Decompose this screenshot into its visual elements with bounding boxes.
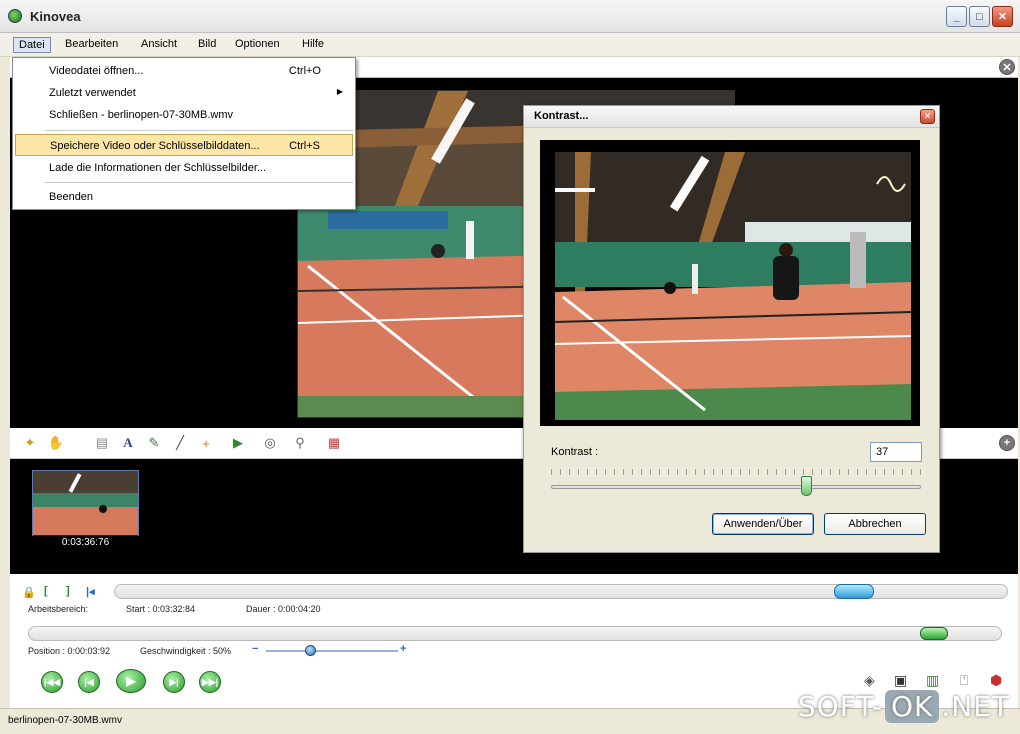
contrast-value-field[interactable]: 37 [870,442,922,462]
datei-menu-popup: Videodatei öffnen... Ctrl+O Zuletzt verw… [12,57,356,210]
speed-slider-track[interactable] [266,650,398,652]
menu-ansicht[interactable]: Ansicht [136,37,182,51]
workspace-label: Arbeitsbereich: [28,604,89,614]
close-screen-icon[interactable]: ✕ [999,59,1015,75]
set-start-icon[interactable]: [ [44,585,48,597]
hand-tool-icon[interactable]: ✋ [48,435,64,451]
menu-bar: Datei Bearbeiten Ansicht Bild Optionen H… [0,33,1020,57]
contrast-slider-ticks [551,469,921,475]
goto-first-button[interactable]: |◀◀ [41,671,63,693]
keyframe-time: 0:03:36:76 [32,536,139,550]
text-tool-icon[interactable]: A [120,435,136,451]
dialog-close-icon[interactable]: ✕ [920,109,935,124]
contrast-slider-track[interactable] [551,485,921,489]
chrono-tool-icon[interactable]: ◎ [262,435,278,451]
maximize-button[interactable]: □ [969,6,990,27]
add-screen-icon[interactable]: + [999,435,1015,451]
workspace-start: Start : 0:03:32:84 [126,604,196,614]
previous-frame-button[interactable]: |◀ [78,671,100,693]
apply-button[interactable]: Anwenden/Über [712,513,814,535]
contrast-dialog: Kontrast... ✕ Kontrast : 37 Anwenden/Übe… [523,105,940,553]
menu-item-recent[interactable]: Zuletzt verwendet ▶ [15,82,353,104]
menu-item-exit[interactable]: Beenden [15,186,353,208]
magnifier-icon[interactable]: ⚲ [292,435,308,451]
window-title: Kinovea [30,9,81,24]
title-bar: Kinovea _ □ ✕ [0,0,1020,33]
menu-item-load-keyframes[interactable]: Lade die Informationen der Schlüsselbild… [15,157,353,179]
menu-item-close-file[interactable]: Schließen - berlinopen-07-30MB.wmv [15,104,353,126]
comment-icon[interactable]: ▤ [94,435,110,451]
menu-item-label: Videodatei öffnen... [49,65,144,77]
thumbnail-image [33,471,138,535]
menu-item-label: Lade die Informationen der Schlüsselbild… [49,162,267,174]
position-handle[interactable] [920,627,948,640]
menu-item-shortcut: Ctrl+O [288,65,321,77]
menu-item-open-video[interactable]: Videodatei öffnen... Ctrl+O [15,60,353,82]
menu-datei[interactable]: Datei [13,37,51,53]
position-readout: Position : 0:00:03:92 [28,646,111,656]
new-keyframe-icon[interactable]: ✦ [22,435,38,451]
kinovea-app-icon [8,9,22,23]
export-sequence-icon[interactable]: ▥ [926,672,939,689]
playback-controls-panel: 🔒 [ ] |◂ Arbeitsbereich: Start : 0:03:32… [10,574,1018,708]
close-window-button[interactable]: ✕ [992,6,1013,27]
workspace-selector-handle[interactable] [834,584,874,599]
menu-bearbeiten[interactable]: Bearbeiten [60,37,123,51]
workspace-duration: Dauer : 0:00:04:20 [246,604,321,614]
watermark: SOFT- OK .NET [798,690,1010,723]
status-filename: berlinopen-07-30MB.wmv [8,715,122,726]
contrast-slider-thumb[interactable] [801,476,813,496]
goto-last-button[interactable]: ▶▶| [199,671,221,693]
dialog-title: Kontrast... [534,110,589,122]
menu-item-shortcut: Ctrl+S [289,140,320,152]
save-image-icon[interactable]: ▣ [894,672,907,689]
menu-item-label: Schließen - berlinopen-07-30MB.wmv [49,109,234,121]
menu-optionen[interactable]: Optionen [230,37,285,51]
speed-readout: Geschwindigkeit : 50% [140,646,232,656]
position-track[interactable] [28,626,1002,641]
menu-separator [45,130,353,131]
export-presentation-icon[interactable]: ⍞ [960,672,968,689]
export-pdf-icon[interactable]: ⬢ [990,672,1002,689]
menu-item-label: Beenden [49,191,94,203]
snapshot-icon[interactable]: ◈ [864,672,875,689]
contrast-label: Kontrast : [551,446,599,458]
next-frame-button[interactable]: ▶| [163,671,185,693]
contrast-preview [555,152,911,420]
submenu-arrow-icon: ▶ [336,87,343,96]
dialog-title-bar: Kontrast... ✕ [524,106,939,128]
cancel-button[interactable]: Abbrechen [824,513,926,535]
lock-icon[interactable]: 🔒 [22,586,36,599]
watermark-mid: OK [884,690,940,723]
pencil-tool-icon[interactable]: ✎ [146,435,162,451]
line-tool-icon[interactable]: ╱ [172,435,188,451]
contrast-preview-image [555,152,911,420]
menu-separator [45,182,353,183]
speed-minus-icon[interactable]: − [252,643,258,655]
angle-tool-icon[interactable]: ▶ [230,435,246,451]
color-grid-icon[interactable]: ▦ [326,435,342,451]
watermark-left: SOFT- [797,690,883,723]
play-button[interactable]: ▶ [116,669,146,693]
goto-start-icon[interactable]: |◂ [86,585,95,598]
watermark-right: .NET [941,690,1010,723]
speed-slider-thumb[interactable] [305,645,316,656]
cross-marker-icon[interactable]: + [198,435,214,451]
minimize-button[interactable]: _ [946,6,967,27]
menu-hilfe[interactable]: Hilfe [297,37,329,51]
menu-item-label: Speichere Video oder Schlüsselbilddaten.… [50,140,260,152]
set-end-icon[interactable]: ] [66,585,70,597]
menu-item-save-video[interactable]: Speichere Video oder Schlüsselbilddaten.… [15,134,353,156]
speed-plus-icon[interactable]: + [400,643,406,655]
menu-bild[interactable]: Bild [193,37,221,51]
menu-item-label: Zuletzt verwendet [49,87,136,99]
